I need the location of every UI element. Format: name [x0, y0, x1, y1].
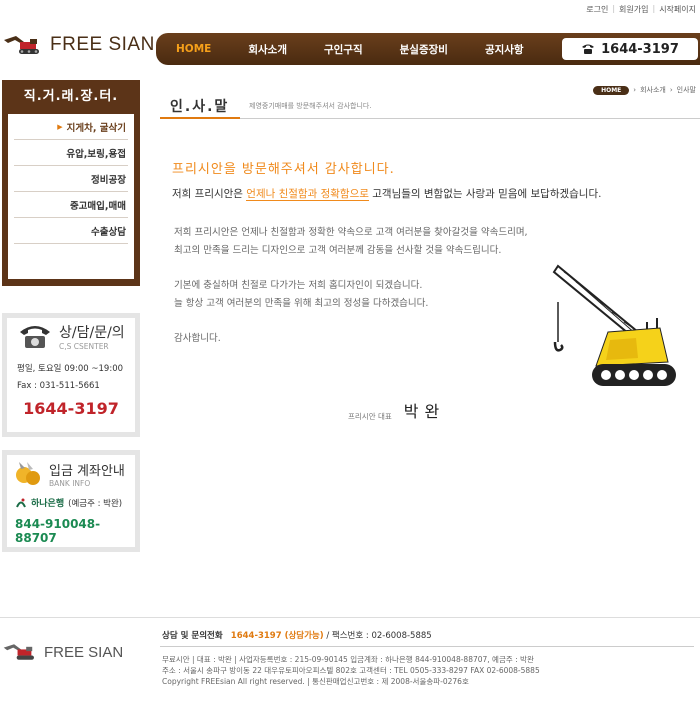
logo-text: FREE SIAN — [50, 34, 155, 55]
divider: | — [612, 4, 616, 13]
footer-logo-text: FREE SIAN — [44, 643, 124, 661]
sidebar-item-export[interactable]: 수출상담 — [14, 218, 128, 244]
signature-label: 프리시안 대표 — [348, 412, 392, 421]
signature: 프리시안 대표 박완 — [348, 398, 445, 422]
cs-phone: 1644-3197 — [23, 399, 119, 418]
title-divider — [160, 117, 700, 119]
sidebar-item-label: 중고매입,매매 — [69, 200, 126, 212]
bank-subtitle: BANK INFO — [49, 479, 91, 488]
footer-phone: 1644-3197 (상담가능) — [230, 631, 324, 641]
excavator-logo-icon — [4, 36, 39, 54]
breadcrumb-separator: › — [633, 86, 637, 94]
sidebar-item-hydraulic[interactable]: 유압,보링,용접 — [14, 140, 128, 166]
hana-bank-logo-icon — [16, 498, 26, 507]
sidebar-item-used-trade[interactable]: 중고매입,매매 — [14, 192, 128, 218]
breadcrumb: HOME › 회사소개 › 인사말 — [593, 85, 696, 95]
paragraph-line: 최고의 만족을 드리는 디자인으로 고객 여러분께 감동을 선사할 것을 약속드… — [174, 245, 502, 256]
footer-contact: 상담 및 문의전화 1644-3197 (상담가능) / 팩스번호 : 02-6… — [162, 629, 432, 641]
money-bag-icon — [16, 462, 40, 485]
page-title: 인.사.말 — [170, 99, 230, 115]
crane-illustration — [552, 264, 676, 386]
paragraph-line: 늘 항상 고객 여러분의 만족을 위해 최고의 정성을 다하겠습니다. — [174, 298, 429, 309]
footer-divider — [0, 617, 700, 618]
greeting-headline: 프리시안을 방문해주셔서 감사합니다. — [172, 162, 395, 177]
footer-fax: / 팩스번호 : 02-6008-5885 — [326, 631, 432, 641]
bank-title: 입금 계좌안내 — [49, 464, 125, 479]
footer-line: 무료시안 | 대표 : 박완 | 사업자등록번호 : 215-09-90145 … — [162, 655, 534, 664]
bank-account: 844-910048-88707 — [15, 517, 101, 545]
cs-title: 상/담/문/의 — [59, 325, 125, 341]
join-link[interactable]: 회원가입 — [619, 4, 648, 15]
site-logo[interactable]: FREE SIAN — [2, 34, 155, 56]
nav-lost-equipment[interactable]: 분실증장비 — [400, 42, 448, 57]
cs-hours-block: 평일, 토요일 09:00 ~19:00 Fax : 031-511-5661 — [17, 361, 125, 395]
telephone-icon — [20, 326, 50, 348]
cs-center-box: 상/담/문/의 C,S CSENTER 평일, 토요일 09:00 ~19:00… — [2, 313, 140, 437]
cs-hours: 평일, 토요일 09:00 ~19:00 — [17, 364, 124, 374]
paragraph: 기본에 충실하며 친절로 다가가는 저희 홈디자인이 되겠습니다. 늘 항상 고… — [174, 277, 528, 313]
bank-name: 하나은행 — [31, 499, 65, 509]
telephone-icon — [582, 44, 595, 54]
excavator-logo-icon — [3, 644, 34, 660]
greeting-body: 저희 프리시안은 언제나 친절함과 정확한 약속으로 고객 여러분을 찾아갈것을… — [174, 224, 528, 365]
sidebar-item-label: 정비공장 — [91, 174, 126, 186]
nav-home[interactable]: HOME — [176, 43, 211, 55]
breadcrumb-company[interactable]: 회사소개 — [640, 85, 666, 95]
footer-logo[interactable]: FREE SIAN — [2, 642, 123, 662]
cs-subtitle: C,S CSENTER — [59, 342, 109, 351]
sidebar-item-label: 유압,보링,용접 — [66, 148, 126, 160]
header-phone-number: 1644-3197 — [601, 41, 679, 57]
cs-header: 상/담/문/의 C,S CSENTER — [17, 322, 125, 351]
sidebar-item-label: 지게차, 굴삭기 — [66, 122, 126, 134]
footer-divider — [160, 646, 694, 647]
sidebar-item-repair[interactable]: 정비공장 — [14, 166, 128, 192]
footer-contact-label: 상담 및 문의전화 — [162, 631, 223, 641]
breadcrumb-separator: › — [669, 86, 673, 94]
footer-line: 주소 : 서울시 송파구 방이동 22 대우유토피아오피스텔 802호 고객센터… — [162, 666, 540, 675]
thanks-text: 감사합니다. — [174, 333, 221, 344]
greeting-subline-pre: 저희 프리시안은 — [172, 188, 247, 200]
header-phone: 1644-3197 — [562, 38, 698, 60]
footer-info: 무료시안 | 대표 : 박완 | 사업자등록번호 : 215-09-90145 … — [162, 654, 540, 687]
signature-name: 박완 — [403, 402, 446, 421]
divider: | — [652, 4, 656, 13]
paragraph-line: 저희 프리시안은 언제나 친절함과 정확한 약속으로 고객 여러분을 찾아갈것을… — [174, 227, 528, 238]
sidebar-item-forklift[interactable]: ▶ 지게차, 굴삭기 — [14, 114, 128, 140]
bank-row: 하나은행 (예금주 : 박완) — [15, 496, 127, 509]
bank-holder: (예금주 : 박완) — [68, 498, 123, 509]
start-page-link[interactable]: 시작페이지 — [659, 4, 696, 15]
paragraph: 저희 프리시안은 언제나 친절함과 정확한 약속으로 고객 여러분을 찾아갈것을… — [174, 224, 528, 260]
nav-notice[interactable]: 공지사항 — [485, 42, 524, 57]
page-subtitle: 제영중기매매를 방문해주셔서 감사합니다. — [249, 102, 372, 110]
utility-links: 로그인 | 회원가입 | 시작페이지 — [586, 4, 696, 15]
arrow-right-icon: ▶ — [57, 122, 63, 131]
paragraph-line: 기본에 충실하며 친절로 다가가는 저희 홈디자인이 되겠습니다. — [174, 280, 423, 291]
bank-header: 입금 계좌안내 BANK INFO — [15, 460, 127, 488]
sidebar-title: 직.거.래.장.터. — [23, 89, 119, 104]
nav-company[interactable]: 회사소개 — [248, 42, 287, 57]
sidebar-list: ▶ 지게차, 굴삭기 유압,보링,용접 정비공장 중고매입,매매 수출상담 — [8, 114, 134, 279]
nav-jobs[interactable]: 구인구직 — [324, 42, 363, 57]
login-link[interactable]: 로그인 — [586, 4, 608, 15]
main-nav: HOME 회사소개 구인구직 분실증장비 공지사항 1644-3197 — [156, 33, 700, 65]
breadcrumb-current: 인사말 — [676, 86, 696, 94]
greeting-highlight: 언제나 친절함과 정확함으로 — [246, 188, 369, 201]
sidebar-item-label: 수출상담 — [91, 226, 126, 238]
greeting-subline: 저희 프리시안은 언제나 친절함과 정확함으로 고객님들의 변함없는 사랑과 믿… — [172, 186, 601, 201]
footer-line: Copyright FREEsian All right reserved. |… — [162, 677, 469, 686]
sidebar-category: 직.거.래.장.터. ▶ 지게차, 굴삭기 유압,보링,용접 정비공장 중고매입… — [2, 80, 140, 286]
bank-info-box: 입금 계좌안내 BANK INFO 하나은행 (예금주 : 박완) 844-91… — [2, 450, 140, 552]
breadcrumb-home[interactable]: HOME — [593, 85, 630, 95]
greeting-subline-post: 고객님들의 변함없는 사랑과 믿음에 보답하겠습니다. — [368, 188, 602, 200]
cs-fax: Fax : 031-511-5661 — [17, 381, 100, 391]
